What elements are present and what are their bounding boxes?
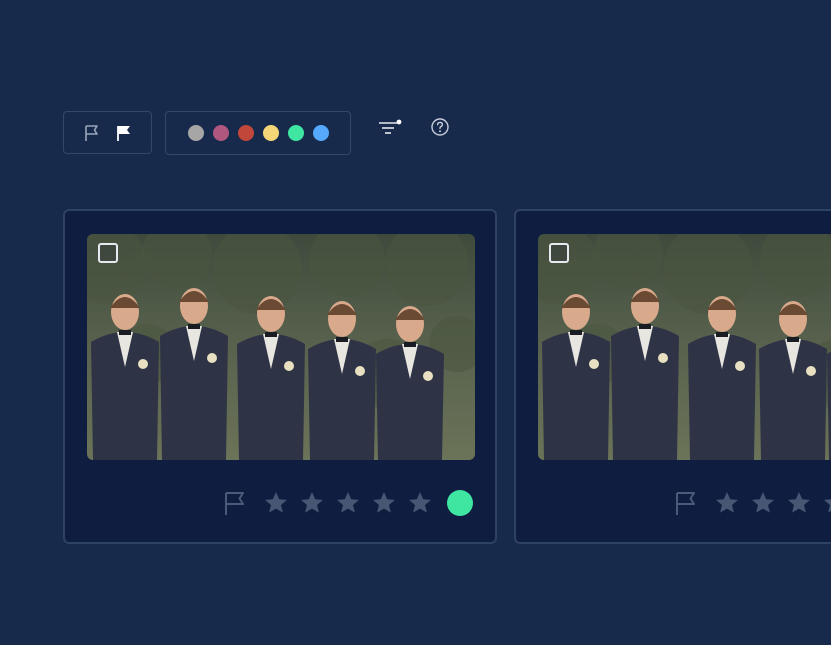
photo-culling-app bbox=[0, 0, 831, 645]
flag-outline-icon bbox=[676, 492, 695, 515]
photo-card[interactable] bbox=[63, 209, 497, 544]
help-button[interactable] bbox=[430, 117, 450, 137]
star-3-icon[interactable] bbox=[335, 490, 361, 516]
star-5-icon[interactable] bbox=[407, 490, 433, 516]
flag-filter-group bbox=[63, 111, 152, 154]
color-label-filter-group bbox=[165, 111, 351, 155]
photo-card[interactable] bbox=[514, 209, 831, 544]
star-2-icon[interactable] bbox=[299, 490, 325, 516]
color-label-swatch[interactable] bbox=[287, 125, 304, 141]
star-4-icon[interactable] bbox=[371, 490, 397, 516]
photo-image bbox=[87, 234, 475, 460]
color-label-indicator[interactable] bbox=[447, 490, 473, 516]
filter-button[interactable] bbox=[377, 118, 403, 138]
flag-filled-icon bbox=[116, 125, 130, 141]
unflagged-filter-button[interactable] bbox=[82, 123, 102, 143]
select-checkbox[interactable] bbox=[549, 243, 569, 263]
groomsmen-photo[interactable] bbox=[538, 234, 831, 460]
flag-outline-icon bbox=[84, 124, 98, 141]
flagged-filter-button[interactable] bbox=[114, 123, 134, 143]
help-icon bbox=[431, 118, 449, 136]
rating-row bbox=[221, 488, 473, 518]
filter-icon bbox=[379, 119, 402, 134]
color-label-swatch[interactable] bbox=[262, 125, 279, 141]
photo-image bbox=[538, 234, 831, 460]
flag-button[interactable] bbox=[221, 489, 249, 517]
star-3-icon[interactable] bbox=[786, 490, 812, 516]
groomsmen-photo[interactable] bbox=[87, 234, 475, 460]
flag-outline-icon bbox=[225, 492, 244, 515]
star-1-icon[interactable] bbox=[714, 490, 740, 516]
star-4-icon[interactable] bbox=[822, 490, 831, 516]
flag-button[interactable] bbox=[672, 489, 700, 517]
color-label-swatch[interactable] bbox=[237, 125, 254, 141]
color-label-swatch[interactable] bbox=[187, 125, 204, 141]
color-label-swatch[interactable] bbox=[312, 125, 329, 141]
color-label-swatch[interactable] bbox=[212, 125, 229, 141]
star-2-icon[interactable] bbox=[750, 490, 776, 516]
rating-row bbox=[672, 488, 831, 518]
select-checkbox[interactable] bbox=[98, 243, 118, 263]
star-1-icon[interactable] bbox=[263, 490, 289, 516]
